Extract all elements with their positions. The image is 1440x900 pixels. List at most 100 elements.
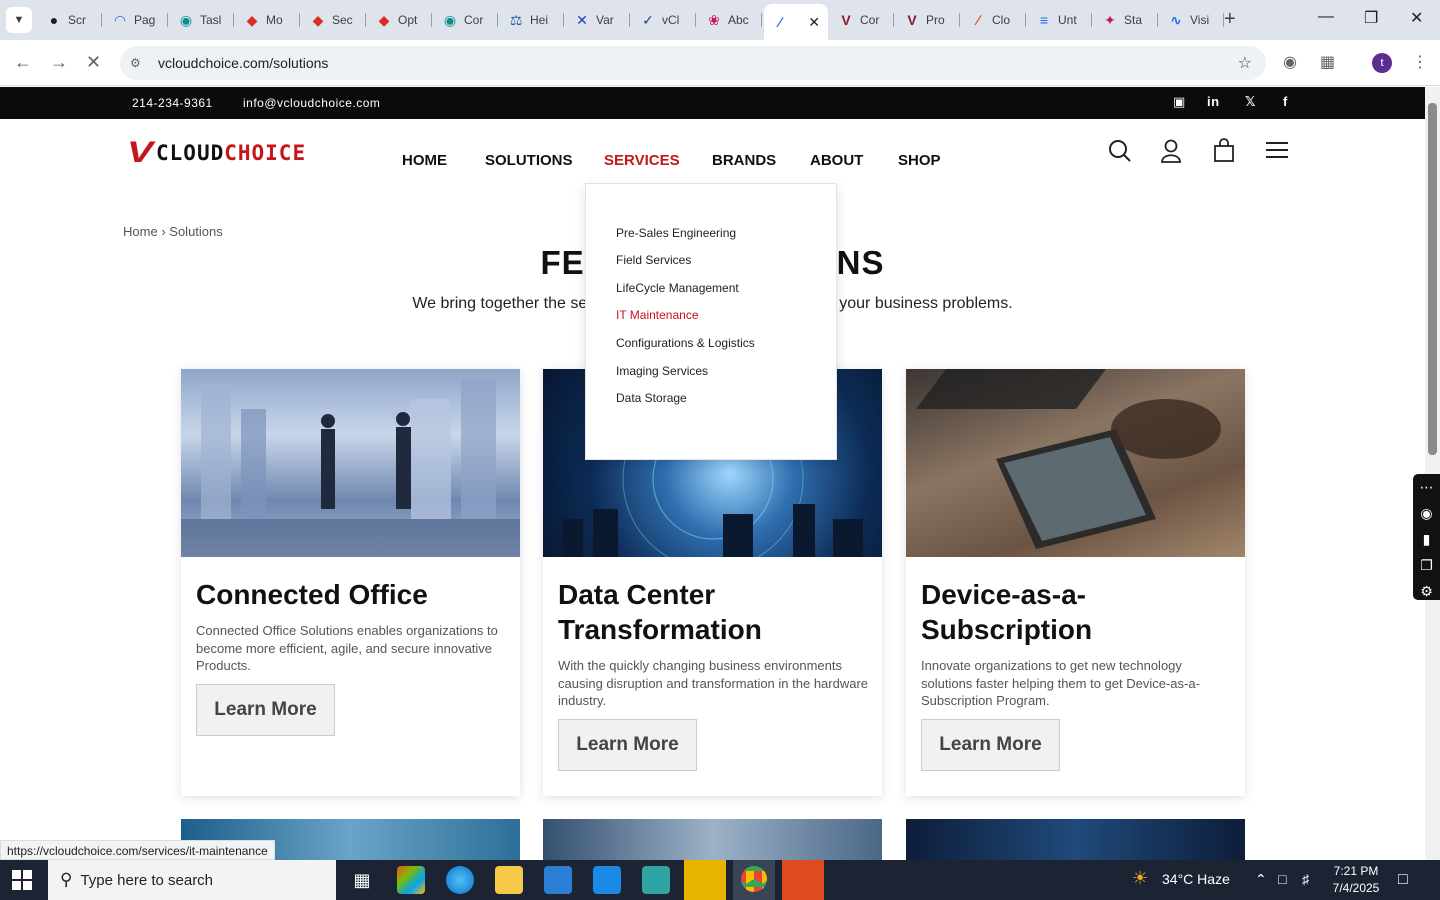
menu-item-imaging-services[interactable]: Imaging Services [616, 364, 708, 378]
store-icon[interactable] [544, 866, 572, 894]
nav-services[interactable]: SERVICES [604, 152, 680, 169]
notification-icon[interactable]: □ [1398, 871, 1408, 889]
profile-avatar[interactable]: t [1372, 53, 1392, 73]
learn-more-button[interactable]: Learn More [196, 684, 335, 736]
tab-label: Opt [398, 13, 418, 27]
instagram-icon[interactable]: ▣ [1173, 94, 1186, 110]
camera-icon[interactable]: ◉ [1413, 500, 1440, 526]
app-icon[interactable] [642, 866, 670, 894]
learn-more-button[interactable]: Learn More [921, 719, 1060, 771]
tab-favicon-icon: ✕ [576, 11, 588, 28]
gear-icon[interactable]: ⚙ [1413, 578, 1440, 604]
nav-home[interactable]: HOME [402, 152, 447, 169]
bookmark-star-icon[interactable]: ☆ [1238, 53, 1252, 73]
extensions-icon[interactable]: ▦ [1320, 52, 1335, 72]
edge-icon[interactable] [446, 866, 474, 894]
site-logo[interactable]: V CLOUD CHOICE [127, 138, 306, 168]
shopping-bag-icon[interactable] [1213, 138, 1237, 164]
sticky-notes-icon[interactable] [684, 860, 726, 900]
weather-text[interactable]: 34°C Haze [1162, 871, 1230, 887]
copilot-icon[interactable] [397, 866, 425, 894]
zoom-icon[interactable] [782, 860, 824, 900]
hamburger-menu-icon[interactable] [1264, 138, 1290, 164]
browser-tab[interactable]: ◉ Tasl [170, 6, 234, 34]
menu-item-lifecycle-management[interactable]: LifeCycle Management [616, 281, 739, 295]
learn-more-button[interactable]: Learn More [558, 719, 697, 771]
menu-item-configurations-logistics[interactable]: Configurations & Logistics [616, 336, 755, 350]
close-window-icon[interactable]: ✕ [1410, 8, 1423, 28]
browser-tab[interactable]: ✕ Var [566, 6, 630, 34]
breadcrumb-home[interactable]: Home [123, 224, 158, 239]
tab-label: Abc [728, 13, 749, 27]
browser-tab[interactable]: ● Scr [38, 6, 102, 34]
browser-tab[interactable]: ❀ Abc [698, 6, 762, 34]
translate-icon[interactable]: ◉ [1283, 52, 1297, 72]
window-icon[interactable]: ❐ [1413, 552, 1440, 578]
back-button[interactable]: ← [14, 52, 32, 73]
account-icon[interactable] [1160, 138, 1184, 164]
close-tab-icon[interactable]: ✕ [808, 14, 820, 31]
email-link[interactable]: info@vcloudchoice.com [243, 96, 380, 110]
x-icon[interactable]: 𝕏 [1245, 94, 1256, 110]
menu-item-data-storage[interactable]: Data Storage [616, 391, 687, 405]
browser-tab-active[interactable]: ∕ ✕ [764, 4, 828, 40]
url-text[interactable]: vcloudchoice.com/solutions [158, 55, 328, 71]
browser-tab[interactable]: V Cor [830, 6, 894, 34]
new-tab-button[interactable]: + [1224, 8, 1236, 31]
file-explorer-icon[interactable] [495, 866, 523, 894]
browser-tab[interactable]: ✦ Sta [1094, 6, 1158, 34]
browser-tab[interactable]: V Pro [896, 6, 960, 34]
menu-item-pre-sales-engineering[interactable]: Pre-Sales Engineering [616, 226, 736, 240]
nav-brands[interactable]: BRANDS [712, 152, 776, 169]
forward-button[interactable]: → [50, 52, 68, 73]
search-icon[interactable] [1108, 138, 1132, 164]
link-icon[interactable]: ⋯ [1413, 474, 1440, 500]
facebook-icon[interactable]: f [1283, 94, 1288, 109]
nav-solutions[interactable]: SOLUTIONS [485, 152, 573, 169]
video-icon[interactable]: ▮ [1413, 526, 1440, 552]
address-bar[interactable]: ⚙ vcloudchoice.com/solutions ☆ [120, 46, 1266, 80]
phone-link[interactable]: 214-234-9361 [132, 96, 213, 110]
card-title: Device-as-a-Subscription [921, 579, 1093, 645]
menu-item-it-maintenance[interactable]: IT Maintenance [616, 308, 699, 322]
tab-search-button[interactable]: ▼ [6, 7, 32, 33]
volume-icon[interactable]: ♯ [1302, 871, 1309, 887]
tab-favicon-icon: ✦ [1104, 11, 1116, 28]
card-title: Connected Office [196, 579, 428, 610]
menu-item-field-services[interactable]: Field Services [616, 253, 691, 267]
tray-chevron-icon[interactable]: ⌃ [1255, 871, 1267, 888]
windows-start-button[interactable] [12, 870, 32, 890]
restore-icon[interactable]: ❐ [1364, 8, 1378, 28]
taskbar-search[interactable]: ⚲ Type here to search [48, 860, 336, 900]
card-image-office [181, 369, 520, 557]
browser-tab[interactable]: ◆ Mo [236, 6, 300, 34]
browser-tab[interactable]: ◠ Pag [104, 6, 168, 34]
browser-menu-icon[interactable]: ⋮ [1412, 52, 1428, 72]
mail-icon[interactable] [593, 866, 621, 894]
browser-tab[interactable]: ∕ Clo [962, 6, 1026, 34]
browser-tab[interactable]: ◆ Sec [302, 6, 366, 34]
task-view-icon[interactable]: ▦ [348, 866, 376, 894]
browser-tab[interactable]: ✓ vCl [632, 6, 696, 34]
chrome-taskbar-button[interactable] [733, 860, 775, 900]
scrollbar-thumb[interactable] [1428, 103, 1437, 455]
services-dropdown-menu: Pre-Sales Engineering Field Services Lif… [585, 183, 837, 460]
network-icon[interactable]: □ [1278, 871, 1286, 887]
browser-tab[interactable]: ≡ Unt [1028, 6, 1092, 34]
browser-tab[interactable]: ◆ Opt [368, 6, 432, 34]
tab-label: Sta [1124, 13, 1143, 27]
minimize-icon[interactable]: — [1318, 8, 1334, 26]
tab-label: Unt [1058, 13, 1077, 27]
nav-shop[interactable]: SHOP [898, 152, 941, 169]
windows-taskbar: ⚲ Type here to search ▦ ☀ 34°C Haze ⌃ □ … [0, 860, 1440, 900]
site-info-icon[interactable]: ⚙ [130, 56, 148, 70]
nav-about[interactable]: ABOUT [810, 152, 863, 169]
browser-tab[interactable]: ∿ Visi [1160, 6, 1224, 34]
browser-tab[interactable]: ⚖ Hei [500, 6, 564, 34]
browser-tab[interactable]: ◉ Cor [434, 6, 498, 34]
system-clock[interactable]: 7:21 PM 7/4/2025 [1326, 863, 1386, 897]
linkedin-icon[interactable]: in [1207, 94, 1220, 109]
breadcrumb: Home › Solutions [123, 224, 223, 239]
stop-loading-button[interactable]: ✕ [86, 52, 101, 73]
card-description: Innovate organizations to get new techno… [921, 658, 1200, 708]
